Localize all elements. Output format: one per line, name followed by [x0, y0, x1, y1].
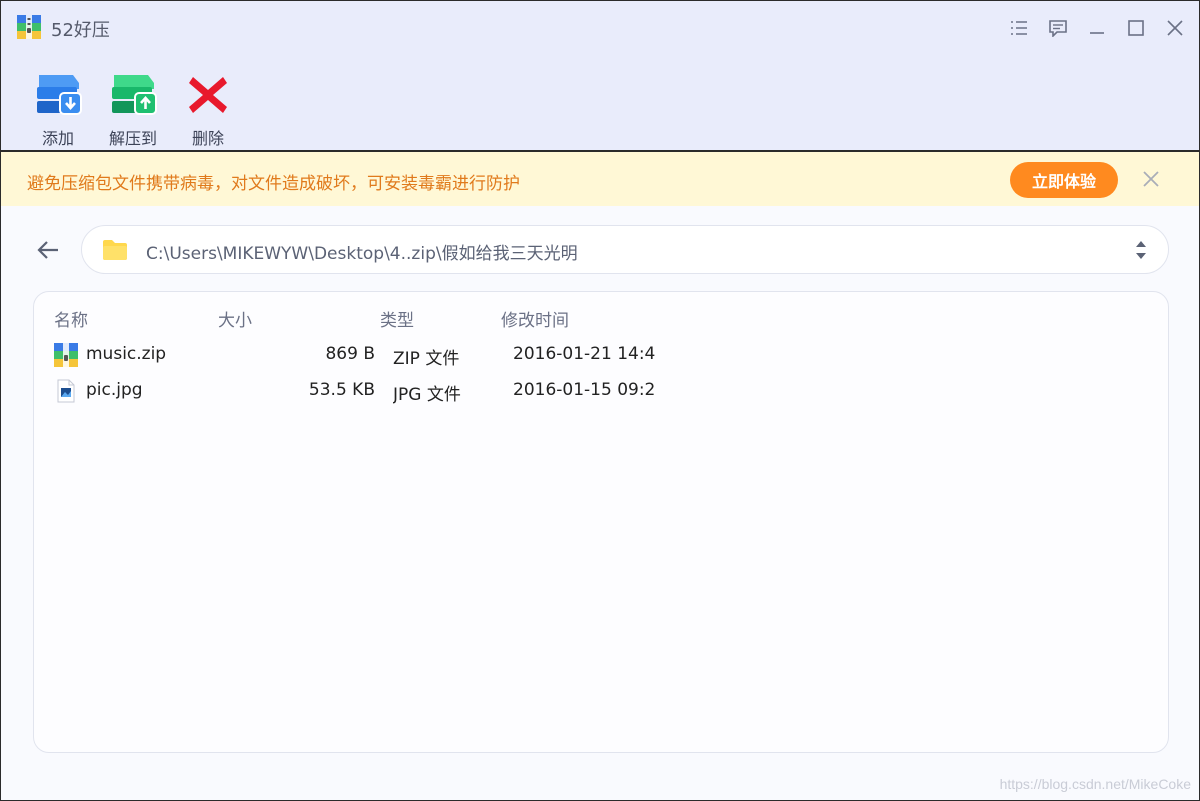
file-size: 53.5 KB	[308, 380, 375, 400]
file-modified: 2016-01-21 14:4	[513, 344, 656, 364]
app-window: 52好压 添加 解压到 删除 避免压缩包文件携带病毒，对文件造成破坏，可安装毒霸…	[0, 0, 1200, 801]
app-title: 52好压	[51, 20, 110, 41]
path-text: C:\Users\MIKEWYW\Desktop\4..zip\假如给我三天光明	[146, 244, 578, 264]
zip-archive-icon	[54, 343, 78, 367]
close-icon	[1167, 20, 1183, 36]
add-button[interactable]: 添加	[23, 69, 93, 149]
file-size: 869 B	[325, 344, 375, 364]
minimize-icon	[1090, 32, 1104, 34]
file-type: JPG 文件	[393, 385, 461, 405]
add-label: 添加	[41, 129, 74, 148]
folder-icon	[103, 240, 127, 260]
delete-x-icon	[189, 77, 227, 113]
file-list: 名称 大小 类型 修改时间 music.zip 869 B ZIP 文件 201…	[33, 291, 1169, 753]
add-archive-icon	[37, 75, 82, 115]
table-row[interactable]: music.zip 869 B ZIP 文件 2016-01-21 14:4	[34, 338, 674, 372]
delete-button[interactable]: 删除	[173, 69, 243, 149]
file-name: pic.jpg	[86, 380, 143, 400]
image-file-icon	[57, 379, 75, 403]
close-button[interactable]	[1162, 15, 1188, 41]
path-history-toggle-icon[interactable]	[1134, 238, 1148, 262]
toolbar: 添加 解压到 删除	[1, 55, 1199, 151]
extract-to-button[interactable]: 解压到	[98, 69, 168, 149]
column-header-size[interactable]: 大小	[218, 306, 252, 331]
app-logo-icon	[17, 15, 41, 39]
path-bar[interactable]: C:\Users\MIKEWYW\Desktop\4..zip\假如给我三天光明	[81, 225, 1169, 274]
file-modified: 2016-01-15 09:2	[513, 380, 656, 400]
column-header-name[interactable]: 名称	[54, 306, 88, 331]
security-banner: 避免压缩包文件携带病毒，对文件造成破坏，可安装毒霸进行防护 立即体验	[1, 152, 1199, 206]
title-bar: 52好压	[1, 1, 1199, 55]
delete-label: 删除	[191, 129, 224, 148]
banner-close-icon[interactable]	[1141, 169, 1161, 189]
try-now-button[interactable]: 立即体验	[1010, 162, 1118, 198]
watermark: https://blog.csdn.net/MikeCoke	[999, 776, 1191, 792]
feedback-button[interactable]	[1045, 15, 1071, 41]
minimize-button[interactable]	[1084, 15, 1110, 41]
chat-bubble-icon	[1049, 20, 1067, 37]
list-menu-icon	[1011, 21, 1027, 35]
extract-to-label: 解压到	[108, 129, 157, 148]
table-row[interactable]: pic.jpg 53.5 KB JPG 文件 2016-01-15 09:2	[34, 374, 674, 408]
column-header-type[interactable]: 类型	[380, 306, 414, 331]
column-header-modified[interactable]: 修改时间	[501, 306, 569, 331]
file-name: music.zip	[86, 344, 167, 364]
banner-text: 避免压缩包文件携带病毒，对文件造成破坏，可安装毒霸进行防护	[27, 174, 520, 194]
file-type: ZIP 文件	[393, 349, 460, 369]
menu-button[interactable]	[1006, 15, 1032, 41]
maximize-button[interactable]	[1123, 15, 1149, 41]
extract-archive-icon	[112, 75, 157, 115]
back-arrow-icon[interactable]	[35, 237, 61, 263]
maximize-icon	[1128, 20, 1144, 36]
